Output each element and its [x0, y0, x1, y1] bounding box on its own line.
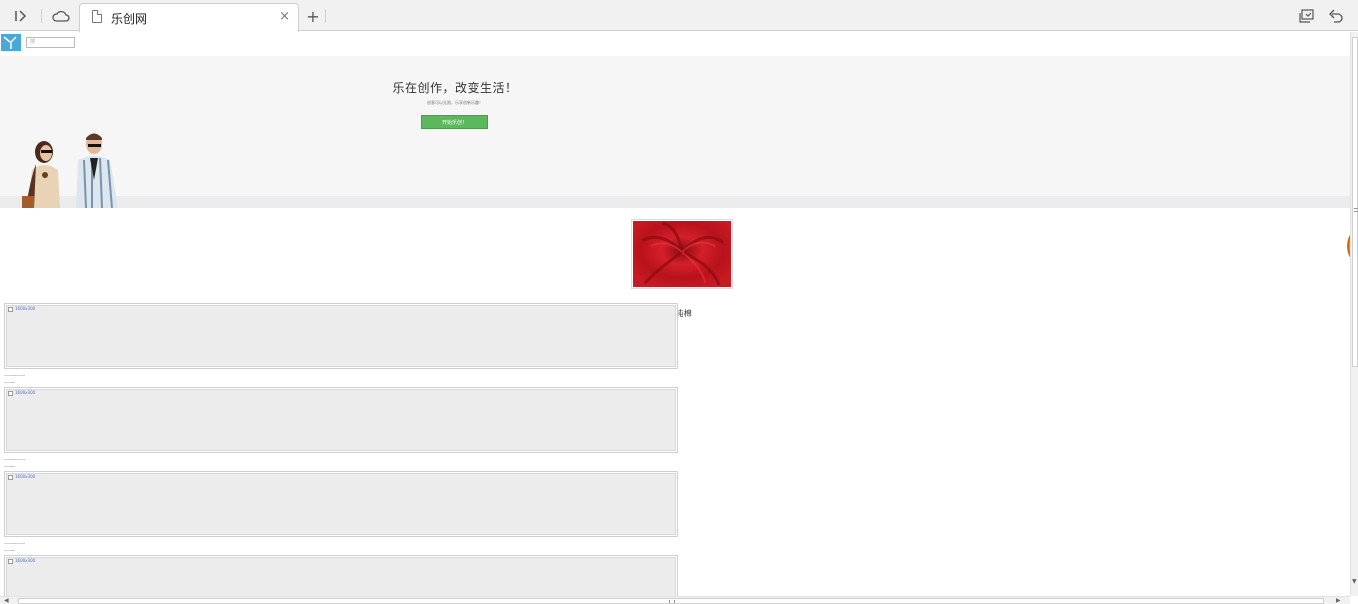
broken-image-icon [8, 475, 13, 480]
horizontal-scroll-thumb[interactable] [18, 598, 1324, 604]
site-logo[interactable] [1, 34, 21, 51]
page-icon [92, 10, 102, 23]
list-item-meta: ·········· [4, 548, 15, 554]
undo-icon[interactable] [1325, 6, 1347, 26]
page-viewport: 搜 乐在创作，改变生活！ 创意可以无限，乐享创新乐趣！ 开始乐创！ /纯棉 16… [0, 32, 1350, 596]
hero-banner: 乐在创作，改变生活！ 创意可以无限，乐享创新乐趣！ 开始乐创！ [0, 56, 1350, 196]
list-item-meta: ··················· [4, 373, 25, 379]
vertical-scroll-thumb[interactable] [1352, 37, 1358, 367]
horizontal-scrollbar[interactable]: ◀ ▶ [0, 596, 1350, 604]
search-input[interactable]: 搜 [26, 37, 75, 48]
list-item[interactable]: 1600x300 [4, 303, 678, 369]
site-header: 搜 [0, 32, 1350, 56]
start-create-button[interactable]: 开始乐创！ [421, 115, 488, 129]
tab-active[interactable]: 乐创网 × [79, 3, 299, 32]
tab-title: 乐创网 [111, 12, 148, 26]
product-image[interactable] [631, 219, 733, 289]
hero-subtitle: 创意可以无限，乐享创新乐趣！ [427, 100, 483, 105]
collections-icon[interactable] [1296, 6, 1318, 26]
cloud-icon[interactable] [50, 6, 72, 26]
red-fabric-image [633, 221, 731, 287]
broken-image-icon [8, 559, 13, 564]
list-item[interactable]: 1600x300 [4, 555, 678, 596]
new-tab-button[interactable]: + [302, 6, 324, 26]
scroll-right-arrow-icon[interactable]: ▶ [1336, 597, 1341, 604]
sidebar-toggle-icon[interactable] [10, 6, 32, 26]
toolbar-divider [325, 9, 326, 23]
list-item[interactable]: 1600x300 [4, 471, 678, 537]
hero-divider-strip [0, 196, 1350, 208]
scroll-left-arrow-icon[interactable]: ◀ [4, 597, 9, 604]
hero-title: 乐在创作，改变生活！ [392, 81, 518, 95]
list-item-meta: ··················· [4, 541, 25, 547]
broken-image-icon [8, 307, 13, 312]
list-item-meta: ··················· [4, 457, 25, 463]
list-item-meta: ·········· [4, 464, 15, 470]
browser-tab-bar: 乐创网 × + [0, 0, 1358, 32]
list-item-meta: ·········· [4, 380, 15, 386]
hero-people-image [22, 133, 118, 208]
broken-image-icon [8, 391, 13, 396]
scroll-down-arrow-icon[interactable]: ▼ [1352, 578, 1357, 585]
list-item[interactable]: 1600x300 [4, 387, 678, 453]
toolbar-divider [41, 9, 42, 23]
vertical-scrollbar[interactable]: ▼ [1350, 32, 1358, 596]
tab-close-icon[interactable]: × [279, 9, 290, 24]
